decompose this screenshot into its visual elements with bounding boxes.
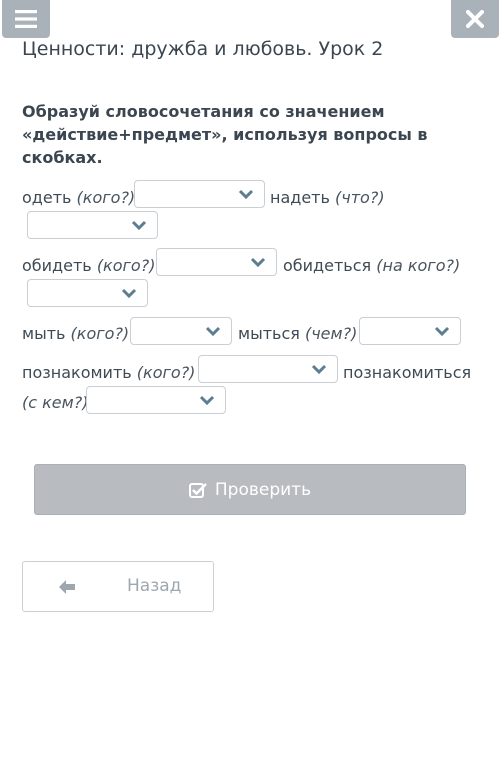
chevron-down-icon [199, 395, 215, 406]
back-button[interactable]: Назад [22, 561, 214, 612]
phrase-prompt: (с кем?) [22, 393, 89, 412]
task-instruction: Образуй словосочетания со значением «дей… [22, 102, 428, 167]
chevron-down-icon [434, 326, 450, 337]
answer-dropdown[interactable] [27, 279, 148, 307]
chevron-down-icon [131, 220, 147, 231]
phrase-prompt: познакомить (кого?) [22, 363, 196, 382]
chevron-down-icon [250, 257, 266, 268]
answer-dropdown[interactable] [198, 355, 338, 383]
phrase-prompt: познакомиться [343, 363, 472, 382]
answer-dropdown[interactable] [27, 211, 158, 239]
checkbox-check-icon [188, 482, 207, 498]
chevron-down-icon [238, 189, 254, 200]
answer-dropdown[interactable] [156, 248, 277, 276]
chevron-down-icon [311, 364, 327, 375]
phrase-prompt: надеть (что?) [270, 188, 385, 207]
hamburger-menu-icon [15, 10, 37, 28]
phrase-prompt: мыться (чем?) [238, 324, 358, 343]
answer-dropdown[interactable] [86, 386, 226, 414]
check-button-label: Проверить [214, 479, 312, 500]
phrase-prompt: обидеть (кого?) [22, 256, 156, 275]
phrase-prompt: обидеться (на кого?) [283, 256, 461, 275]
chevron-down-icon [121, 288, 137, 299]
arrow-left-icon [59, 580, 75, 594]
page-title: Ценности: дружба и любовь. Урок 2 [22, 38, 384, 60]
back-button-label: Назад [127, 576, 182, 596]
check-button[interactable]: Проверить [34, 464, 466, 515]
close-icon [466, 10, 484, 28]
phrase-prompt: мыть (кого?) [22, 324, 130, 343]
menu-button[interactable] [2, 0, 50, 38]
answer-dropdown[interactable] [130, 317, 232, 345]
phrase-prompt: одеть (кого?) [22, 188, 136, 207]
answer-dropdown[interactable] [359, 317, 461, 345]
chevron-down-icon [205, 326, 221, 337]
close-button[interactable] [451, 0, 499, 38]
answer-dropdown[interactable] [134, 180, 265, 208]
